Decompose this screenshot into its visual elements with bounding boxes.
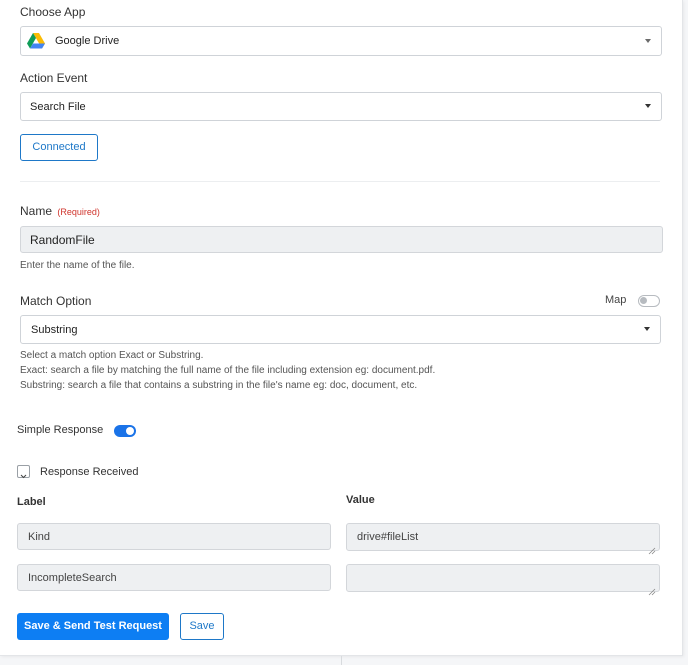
- label-column-header: Label: [17, 496, 46, 508]
- toggle-knob: [126, 427, 134, 435]
- response-label-field: IncompleteSearch: [17, 564, 331, 591]
- match-option-hints: Select a match option Exact or Substring…: [20, 348, 660, 393]
- value-column-header: Value: [346, 494, 375, 506]
- name-label: Name (Required): [20, 204, 100, 218]
- name-label-text: Name: [20, 204, 53, 218]
- map-toggle[interactable]: [638, 295, 660, 307]
- simple-response-label: Simple Response: [17, 424, 104, 436]
- name-hint: Enter the name of the file.: [20, 260, 135, 271]
- resize-handle-icon[interactable]: [648, 580, 656, 596]
- match-option-hint: Select a match option Exact or Substring…: [20, 350, 204, 361]
- match-option-hint: Exact: search a file by matching the ful…: [20, 365, 436, 376]
- match-option-value: Substring: [31, 324, 78, 336]
- chevron-down-icon: [645, 39, 651, 43]
- chevron-down-icon: [20, 467, 27, 485]
- chevron-down-icon: [645, 104, 651, 108]
- choose-app-value: Google Drive: [55, 35, 120, 47]
- collapse-toggle[interactable]: [17, 465, 30, 479]
- map-label: Map: [605, 294, 627, 306]
- action-config-panel: Choose App Google Drive Action Event Sea…: [0, 0, 683, 656]
- save-button[interactable]: Save: [180, 613, 224, 640]
- response-received-label: Response Received: [40, 466, 139, 478]
- response-label-field: Kind: [17, 523, 331, 550]
- save-send-test-button[interactable]: Save & Send Test Request: [17, 613, 169, 640]
- choose-app-label: Choose App: [20, 5, 86, 19]
- response-value-field[interactable]: [346, 564, 660, 596]
- action-event-select[interactable]: Search File: [20, 92, 662, 121]
- google-drive-icon: [27, 33, 45, 49]
- name-input[interactable]: RandomFile: [20, 226, 663, 253]
- match-option-hint: Substring: search a file that contains a…: [20, 380, 418, 391]
- chevron-down-icon: [644, 327, 650, 331]
- section-divider: [20, 181, 660, 182]
- choose-app-select[interactable]: Google Drive: [20, 26, 662, 56]
- resize-handle-icon[interactable]: [648, 539, 656, 555]
- background-divider: [341, 656, 342, 665]
- match-option-select[interactable]: Substring: [20, 315, 661, 344]
- toggle-knob: [640, 297, 647, 304]
- required-badge: (Required): [57, 207, 100, 217]
- connected-button[interactable]: Connected: [20, 134, 98, 161]
- response-value-text: drive#fileList: [357, 531, 419, 543]
- simple-response-toggle[interactable]: [114, 425, 136, 437]
- action-event-value: Search File: [30, 101, 86, 113]
- action-event-label: Action Event: [20, 71, 88, 85]
- response-value-field[interactable]: drive#fileList: [346, 523, 660, 555]
- match-option-label: Match Option: [20, 294, 92, 308]
